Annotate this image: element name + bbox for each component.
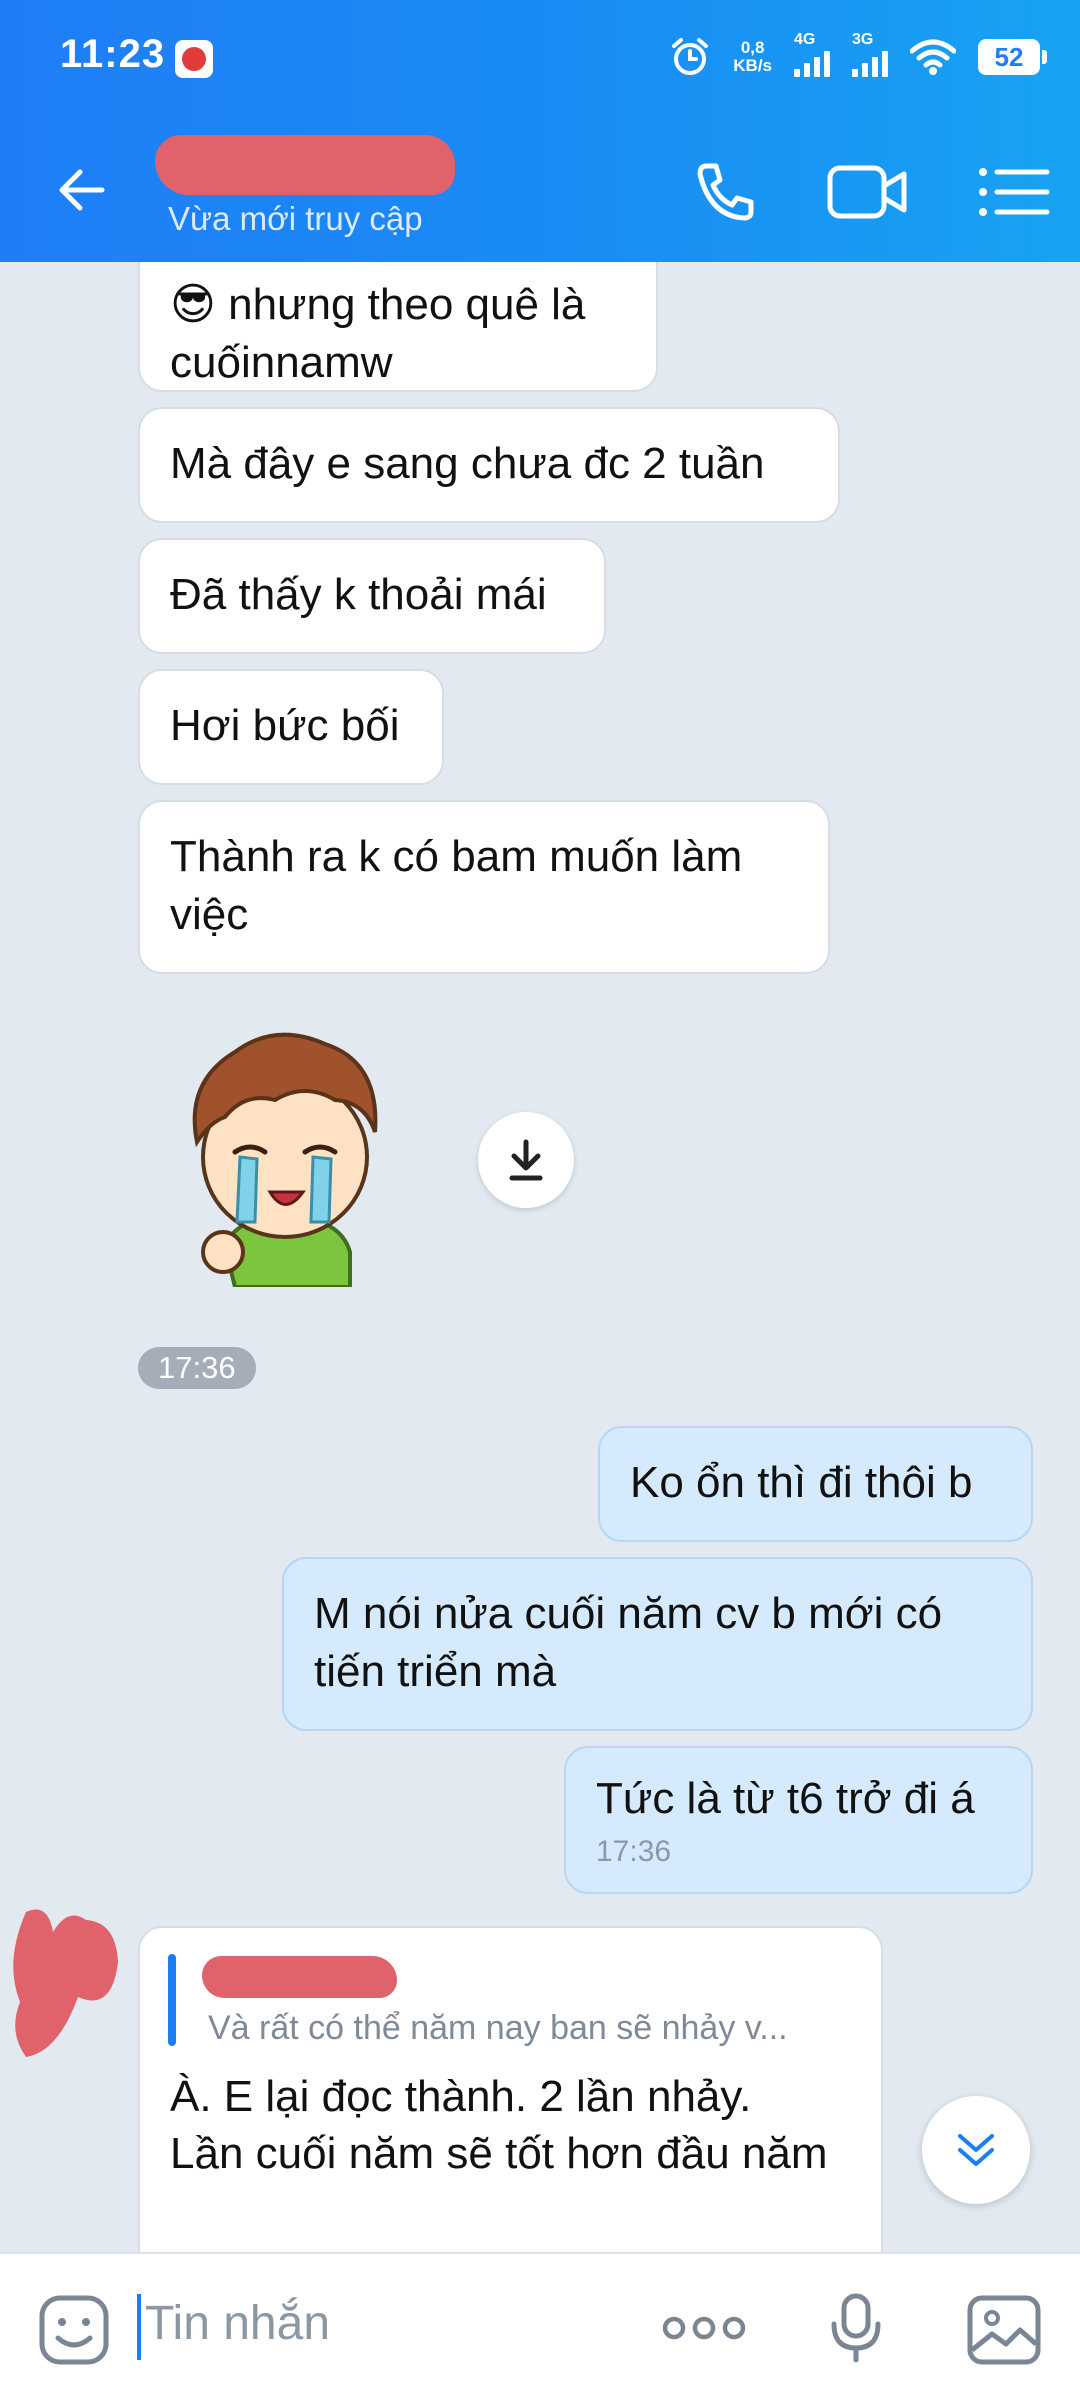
sticker-emoji-icon[interactable] bbox=[38, 2294, 110, 2366]
message-text: Ko ổn thì đi thôi b bbox=[630, 1458, 973, 1507]
message-text: Tức là từ t6 trở đi á bbox=[596, 1774, 975, 1823]
network-speed: 0,8 KB/s bbox=[733, 39, 772, 75]
message-text: Mà đây e sang chưa đc 2 tuần bbox=[170, 439, 765, 488]
app-notification-icon bbox=[175, 40, 213, 78]
message-bubble-received[interactable]: Mà đây e sang chưa đc 2 tuần bbox=[138, 407, 840, 523]
time-divider: 17:36 bbox=[138, 1347, 256, 1389]
message-time: 17:36 bbox=[596, 1835, 672, 1868]
video-call-icon[interactable] bbox=[826, 158, 910, 226]
message-bubble-received[interactable]: Đã thấy k thoải mái bbox=[138, 538, 606, 654]
message-input[interactable]: Tin nhắn bbox=[145, 2296, 330, 2351]
quote-bar bbox=[168, 1954, 176, 2046]
message-bubble-received[interactable]: 😎 nhưng theo quê là cuốinnamw bbox=[138, 262, 658, 392]
message-list[interactable]: 😎 nhưng theo quê là cuốinnamw Mà đây e s… bbox=[0, 262, 1080, 2252]
signal-3g-label: 3G bbox=[852, 31, 874, 48]
status-time: 11:23 bbox=[60, 32, 166, 76]
signal-4g-label: 4G bbox=[794, 31, 816, 48]
quoted-message-text[interactable]: Và rất có thể năm nay ban sẽ nhảy v... bbox=[208, 2008, 868, 2048]
phone-call-icon[interactable] bbox=[684, 158, 764, 226]
alarm-icon bbox=[672, 38, 709, 75]
status-bar: 11:23 0,8 KB/s 4G 3G 52 bbox=[0, 0, 1080, 110]
download-icon bbox=[509, 1139, 543, 1181]
signal-3g-icon: 3G bbox=[852, 31, 888, 77]
double-chevron-down-icon bbox=[958, 2134, 994, 2166]
network-speed-unit: KB/s bbox=[733, 56, 772, 75]
status-icons: 0,8 KB/s 4G 3G 52 bbox=[669, 31, 1047, 82]
menu-list-icon[interactable] bbox=[975, 158, 1055, 226]
message-bubble-sent[interactable]: Tức là từ t6 trở đi á 17:36 bbox=[564, 1746, 1033, 1894]
message-text: Đã thấy k thoải mái bbox=[170, 570, 547, 619]
more-options-icon[interactable] bbox=[662, 2312, 746, 2344]
message-text: Hơi bức bối bbox=[170, 701, 400, 750]
contact-name-redacted[interactable] bbox=[155, 135, 455, 195]
message-bubble-received[interactable]: Thành ra k có bam muốn làm việc bbox=[138, 800, 830, 974]
microphone-icon[interactable] bbox=[830, 2292, 882, 2364]
message-text: 😎 nhưng theo quê là cuốinnamw bbox=[170, 280, 586, 387]
message-text: M nói nửa cuối năm cv b mới có tiến triể… bbox=[314, 1589, 943, 1696]
signal-4g-icon: 4G bbox=[794, 31, 830, 77]
wifi-icon bbox=[910, 39, 956, 75]
image-gallery-icon[interactable] bbox=[966, 2294, 1042, 2366]
sender-avatar-redacted[interactable] bbox=[8, 1902, 120, 2057]
last-seen-status: Vừa mới truy cập bbox=[168, 200, 423, 237]
message-bubble-sent[interactable]: M nói nửa cuối năm cv b mới có tiến triể… bbox=[282, 1557, 1033, 1731]
chat-header: 11:23 0,8 KB/s 4G 3G 52 Vừa mới truy cập bbox=[0, 0, 1080, 262]
crying-boy-sticker[interactable] bbox=[165, 1022, 405, 1287]
back-arrow-icon[interactable] bbox=[52, 160, 112, 220]
quote-author-redacted bbox=[202, 1956, 397, 1998]
message-bubble-received-reply[interactable]: Và rất có thể năm nay ban sẽ nhảy v... À… bbox=[138, 1926, 883, 2252]
message-text: À. E lại đọc thành. 2 lần nhảy. Lần cuối… bbox=[170, 2072, 828, 2178]
message-bubble-received[interactable]: Hơi bức bối bbox=[138, 669, 444, 785]
message-text: Thành ra k có bam muốn làm việc bbox=[170, 832, 743, 939]
battery-level: 52 bbox=[978, 39, 1047, 75]
message-bubble-sent[interactable]: Ko ổn thì đi thôi b bbox=[598, 1426, 1033, 1542]
scroll-to-bottom-button[interactable] bbox=[922, 2096, 1030, 2204]
message-input-bar: Tin nhắn bbox=[0, 2252, 1080, 2400]
network-speed-value: 0,8 bbox=[740, 38, 765, 57]
text-cursor bbox=[137, 2294, 141, 2360]
download-button[interactable] bbox=[478, 1112, 574, 1208]
